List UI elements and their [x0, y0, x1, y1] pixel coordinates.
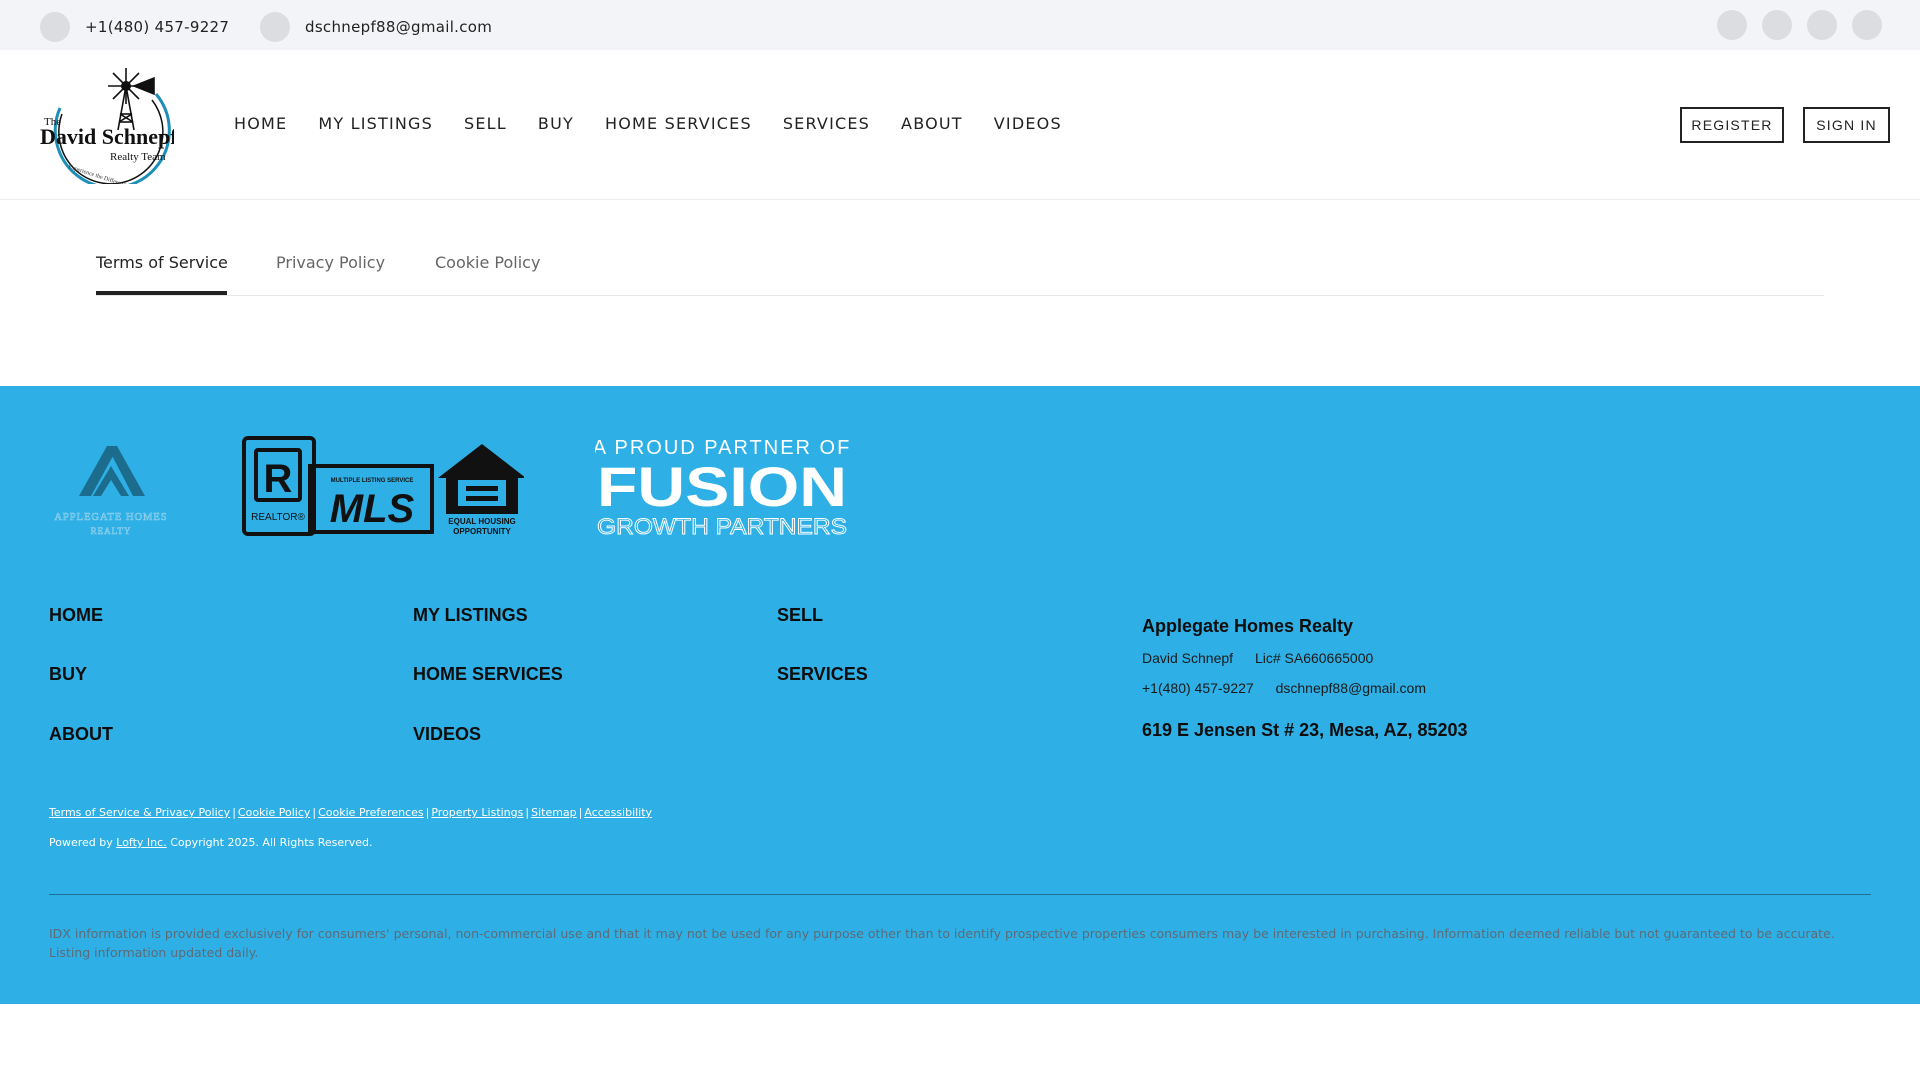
footer-nav-sell: SELL: [777, 605, 824, 625]
svg-text:EQUAL HOUSING: EQUAL HOUSING: [448, 517, 515, 526]
office-contact-line: +1(480) 457-9227 dschnepf88@gmail.com: [1142, 680, 1426, 696]
equal-housing-logo: EQUAL HOUSING OPPORTUNITY: [438, 444, 526, 536]
social-icon-1[interactable]: [1717, 10, 1747, 40]
applegate-logo-mark: APPLEGATE HOMES REALTY: [54, 446, 167, 536]
top-phone-text: +1(480) 457-9227: [85, 18, 230, 36]
footer-nav-videos: VIDEOS: [413, 724, 482, 744]
social-icon-4[interactable]: [1852, 10, 1882, 40]
phone-icon: [40, 12, 70, 42]
top-email[interactable]: dschnepf88@gmail.com: [260, 12, 492, 42]
link-cookie-preferences[interactable]: Cookie Preferences: [318, 806, 424, 819]
mls-logo: MULTIPLE LISTING SERVICE MLS: [308, 464, 434, 534]
main-nav: HOME MY LISTINGS SELL BUY HOME SERVICES …: [234, 114, 1062, 133]
link-accessibility[interactable]: Accessibility: [584, 806, 652, 819]
footer-nav-home-services: HOME SERVICES: [413, 664, 563, 684]
email-icon: [260, 12, 290, 42]
register-button[interactable]: REGISTER: [1680, 107, 1784, 143]
realtor-mls-eho-logos: R REALTOR® MULTIPLE LISTING SERVICE MLS …: [242, 436, 526, 536]
svg-text:R: R: [264, 457, 293, 501]
fusion-partner-logo: A PROUD PARTNER OF FUSION GROWTH PARTNER…: [593, 434, 850, 540]
social-icon-3[interactable]: [1807, 10, 1837, 40]
footer-nav-buy: BUY: [49, 664, 88, 684]
office-address: 619 E Jensen St # 23, Mesa, AZ, 85203: [1142, 720, 1468, 740]
site-logo[interactable]: The David Schnepf Realty Team Experience…: [38, 64, 178, 189]
nav-home[interactable]: HOME: [234, 114, 287, 133]
link-cookie-policy[interactable]: Cookie Policy: [238, 806, 310, 819]
svg-text:OPPORTUNITY: OPPORTUNITY: [453, 527, 511, 536]
legal-links: Terms of Service & Privacy Policy | Cookie…: [49, 806, 653, 819]
svg-text:APPLEGATE HOMES: APPLEGATE HOMES: [54, 512, 167, 523]
top-email-text: dschnepf88@gmail.com: [305, 18, 493, 36]
office-agent-line: David Schnepf Lic# SA660665000: [1142, 650, 1373, 666]
top-phone[interactable]: +1(480) 457-9227: [40, 12, 229, 42]
link-terms-privacy[interactable]: Terms of Service & Privacy Policy: [49, 806, 230, 819]
sign-in-button[interactable]: SIGN IN: [1803, 107, 1890, 143]
svg-text:REALTY: REALTY: [91, 526, 132, 536]
svg-text:Realty Team: Realty Team: [110, 151, 166, 163]
link-property-listings[interactable]: Property Listings: [431, 806, 523, 819]
nav-about[interactable]: ABOUT: [901, 114, 963, 133]
nav-sell[interactable]: SELL: [464, 114, 507, 133]
nav-services[interactable]: SERVICES: [783, 114, 870, 133]
nav-buy[interactable]: BUY: [538, 114, 574, 133]
idx-disclaimer: IDX information is provided exclusively …: [49, 926, 1835, 960]
svg-text:MLS: MLS: [330, 487, 415, 531]
footer-nav-home: HOME: [49, 605, 103, 625]
footer-nav-my-listings: MY LISTINGS: [413, 605, 528, 625]
realtor-logo: R REALTOR®: [242, 436, 316, 536]
site-footer: APPLEGATE HOMES REALTY R REALTOR® MULTIP…: [0, 386, 1920, 1004]
svg-text:GROWTH PARTNERS: GROWTH PARTNERS: [597, 514, 847, 539]
applegate-logo: APPLEGATE HOMES REALTY: [49, 436, 173, 540]
tab-cookie-policy[interactable]: Cookie Policy: [435, 253, 540, 272]
tab-terms-of-service[interactable]: Terms of Service: [96, 253, 228, 272]
logo-mark: The David Schnepf Realty Team Experience…: [40, 68, 178, 189]
svg-text:David Schnepf: David Schnepf: [40, 124, 174, 149]
policy-tabs: Terms of Service Privacy Policy Cookie P…: [96, 200, 1824, 296]
link-lofty[interactable]: Lofty Inc.: [116, 836, 166, 849]
active-tab-indicator: [96, 291, 227, 295]
office-email[interactable]: dschnepf88@gmail.com: [1276, 680, 1426, 696]
site-header: The David Schnepf Realty Team Experience…: [0, 50, 1920, 200]
nav-my-listings[interactable]: MY LISTINGS: [318, 114, 433, 133]
svg-text:REALTOR®: REALTOR®: [251, 512, 305, 523]
powered-by: Powered by Lofty Inc. Copyright 2025. Al…: [49, 836, 373, 849]
nav-home-services[interactable]: HOME SERVICES: [605, 114, 752, 133]
footer-divider: [49, 894, 1871, 895]
link-sitemap[interactable]: Sitemap: [531, 806, 577, 819]
footer-nav-about: ABOUT: [49, 724, 113, 744]
svg-text:MULTIPLE LISTING SERVICE: MULTIPLE LISTING SERVICE: [331, 478, 414, 484]
nav-videos[interactable]: VIDEOS: [994, 114, 1062, 133]
footer-nav-services: SERVICES: [777, 664, 868, 684]
social-links: [1717, 10, 1882, 40]
agent-name: David Schnepf: [1142, 650, 1234, 666]
office-name: Applegate Homes Realty: [1142, 616, 1354, 636]
top-contact-bar: +1(480) 457-9227 dschnepf88@gmail.com: [0, 0, 1920, 50]
tab-privacy-policy[interactable]: Privacy Policy: [276, 253, 385, 272]
social-icon-2[interactable]: [1762, 10, 1792, 40]
office-phone[interactable]: +1(480) 457-9227: [1142, 680, 1254, 696]
svg-text:FUSION: FUSION: [597, 455, 847, 518]
agent-license: Lic# SA660665000: [1254, 650, 1374, 666]
